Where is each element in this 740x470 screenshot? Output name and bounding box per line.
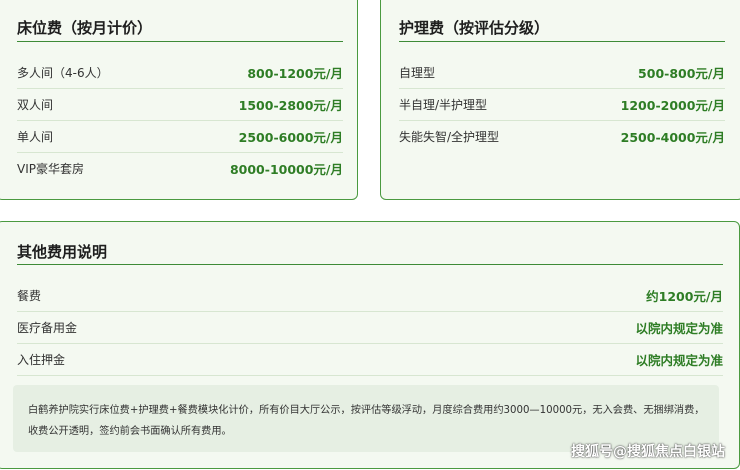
fee-item-label: 医疗备用金 bbox=[17, 320, 78, 335]
fee-item-label: 餐费 bbox=[17, 288, 42, 303]
bed-type-label: 双人间 bbox=[17, 97, 54, 112]
other-fees-title: 其他费用说明 bbox=[17, 243, 108, 261]
care-fee-title-divider bbox=[399, 41, 725, 42]
fee-item-price: 约1200元/月 bbox=[646, 288, 723, 304]
bed-fee-row: VIP豪华套房 8000-10000元/月 bbox=[17, 152, 343, 184]
other-fee-row: 医疗备用金 以院内规定为准 bbox=[17, 311, 723, 343]
bed-type-label: 单人间 bbox=[17, 129, 54, 144]
care-fee-title: 护理费（按评估分级） bbox=[399, 19, 550, 37]
bed-price: 1500-2800元/月 bbox=[238, 97, 343, 113]
other-fees-card: 其他费用说明 餐费 约1200元/月 医疗备用金 以院内规定为准 入住押金 以院… bbox=[0, 221, 740, 469]
care-fee-card: 护理费（按评估分级） 自理型 500-800元/月 半自理/半护理型 1200-… bbox=[380, 0, 740, 200]
care-level-label: 自理型 bbox=[399, 65, 436, 80]
bed-type-label: VIP豪华套房 bbox=[17, 161, 84, 176]
bed-fee-card: 床位费（按月计价） 多人间（4-6人） 800-1200元/月 双人间 1500… bbox=[0, 0, 358, 200]
other-fee-row: 入住押金 以院内规定为准 bbox=[17, 343, 723, 375]
bed-fee-row: 单人间 2500-6000元/月 bbox=[17, 120, 343, 152]
bed-fee-title: 床位费（按月计价） bbox=[17, 19, 153, 37]
bed-price: 2500-6000元/月 bbox=[238, 129, 343, 145]
bed-fee-title-divider bbox=[17, 41, 343, 42]
other-fee-row: 餐费 约1200元/月 bbox=[17, 279, 723, 311]
care-fee-row: 失能失智/全护理型 2500-4000元/月 bbox=[399, 120, 725, 152]
bed-type-label: 多人间（4-6人） bbox=[17, 65, 109, 80]
row-divider bbox=[17, 375, 723, 376]
bed-price: 800-1200元/月 bbox=[247, 65, 343, 81]
care-price: 1200-2000元/月 bbox=[620, 97, 725, 113]
fee-item-price: 以院内规定为准 bbox=[635, 320, 723, 336]
watermark: 搜狐号@搜狐焦点白银站 bbox=[571, 444, 725, 460]
bed-price: 8000-10000元/月 bbox=[229, 161, 343, 177]
care-level-label: 失能失智/全护理型 bbox=[399, 129, 500, 144]
other-fees-title-divider bbox=[17, 264, 723, 265]
care-fee-row: 自理型 500-800元/月 bbox=[399, 56, 725, 88]
fee-item-label: 入住押金 bbox=[17, 352, 66, 367]
care-price: 2500-4000元/月 bbox=[620, 129, 725, 145]
fee-item-price: 以院内规定为准 bbox=[635, 352, 723, 368]
care-level-label: 半自理/半护理型 bbox=[399, 97, 488, 112]
care-price: 500-800元/月 bbox=[638, 65, 725, 81]
bed-fee-row: 双人间 1500-2800元/月 bbox=[17, 88, 343, 120]
care-fee-row: 半自理/半护理型 1200-2000元/月 bbox=[399, 88, 725, 120]
bed-fee-row: 多人间（4-6人） 800-1200元/月 bbox=[17, 56, 343, 88]
